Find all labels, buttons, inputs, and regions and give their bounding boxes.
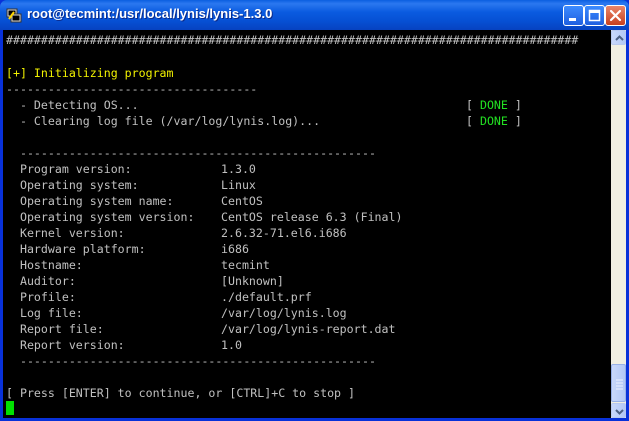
minimize-button[interactable] [563,5,584,26]
info-value: ./default.prf [221,290,312,304]
status-done: DONE [479,114,508,128]
info-value: [Unknown] [221,274,284,288]
arrow-down-icon [615,409,624,415]
info-label: Hostname: [6,258,83,272]
info-value: Linux [221,178,256,192]
continue-prompt: [ Press [ENTER] to continue, or [CTRL]+C… [6,386,356,400]
close-button[interactable] [605,5,626,26]
terminal-window: root@tecmint:/usr/local/lynis/lynis-1.3.… [0,0,629,421]
info-label: Kernel version: [6,226,125,240]
info-rule-bottom: ----------------------------------------… [6,354,376,368]
status-bracket-close: ] [507,98,522,112]
info-value: 1.0 [221,338,242,352]
info-value: 2.6.32-71.el6.i686 [221,226,347,240]
info-rule: ----------------------------------------… [6,146,376,160]
scrollbar-thumb[interactable] [611,364,626,402]
scroll-up-button[interactable] [611,30,626,45]
task-status: [ DONE ] [466,97,522,113]
info-value: /var/log/lynis-report.dat [221,322,396,336]
hash-rule: ########################################… [6,33,579,47]
window-title: root@tecmint:/usr/local/lynis/lynis-1.3.… [27,6,273,21]
scroll-down-button[interactable] [611,403,626,418]
info-label: Log file: [6,306,83,320]
info-value: CentOS [221,194,263,208]
info-label: Operating system name: [6,194,174,208]
info-label: Report version: [6,338,125,352]
title-bar[interactable]: root@tecmint:/usr/local/lynis/lynis-1.3.… [0,0,629,30]
status-bracket-close: ] [507,114,522,128]
task-text: - Clearing log file (/var/log/lynis.log)… [6,114,321,128]
info-value: 1.3.0 [221,162,256,176]
info-label: Program version: [6,162,132,176]
status-done: DONE [479,98,508,112]
info-label: Auditor: [6,274,76,288]
info-label: Hardware platform: [6,242,146,256]
minimize-icon [569,18,576,21]
info-value: tecmint [221,258,270,272]
status-bracket-open: [ [466,98,480,112]
text-cursor [6,401,14,415]
section-header: [+] Initializing program [6,66,174,80]
info-value: i686 [221,242,249,256]
info-label: Profile: [6,290,76,304]
info-label: Report file: [6,322,104,336]
status-bracket-open: [ [466,114,480,128]
task-status: [ DONE ] [466,113,522,129]
arrow-up-icon [615,35,624,41]
task-line: - Detecting OS... [6,97,139,113]
grip-icon [616,379,623,390]
task-line: - Clearing log file (/var/log/lynis.log)… [6,113,320,129]
info-label: Operating system: [6,178,139,192]
terminal-output[interactable]: ########################################… [3,30,611,418]
info-label: Operating system version: [6,210,195,224]
maximize-icon [588,9,601,22]
task-text: - Detecting OS... [6,98,139,112]
close-icon [609,9,622,22]
putty-terminal-icon[interactable] [6,7,22,23]
maximize-button[interactable] [584,5,605,26]
vertical-scrollbar[interactable] [611,30,626,418]
info-value: CentOS release 6.3 (Final) [221,210,403,224]
info-value: /var/log/lynis.log [221,306,347,320]
header-rule: ------------------------------------ [6,82,258,96]
